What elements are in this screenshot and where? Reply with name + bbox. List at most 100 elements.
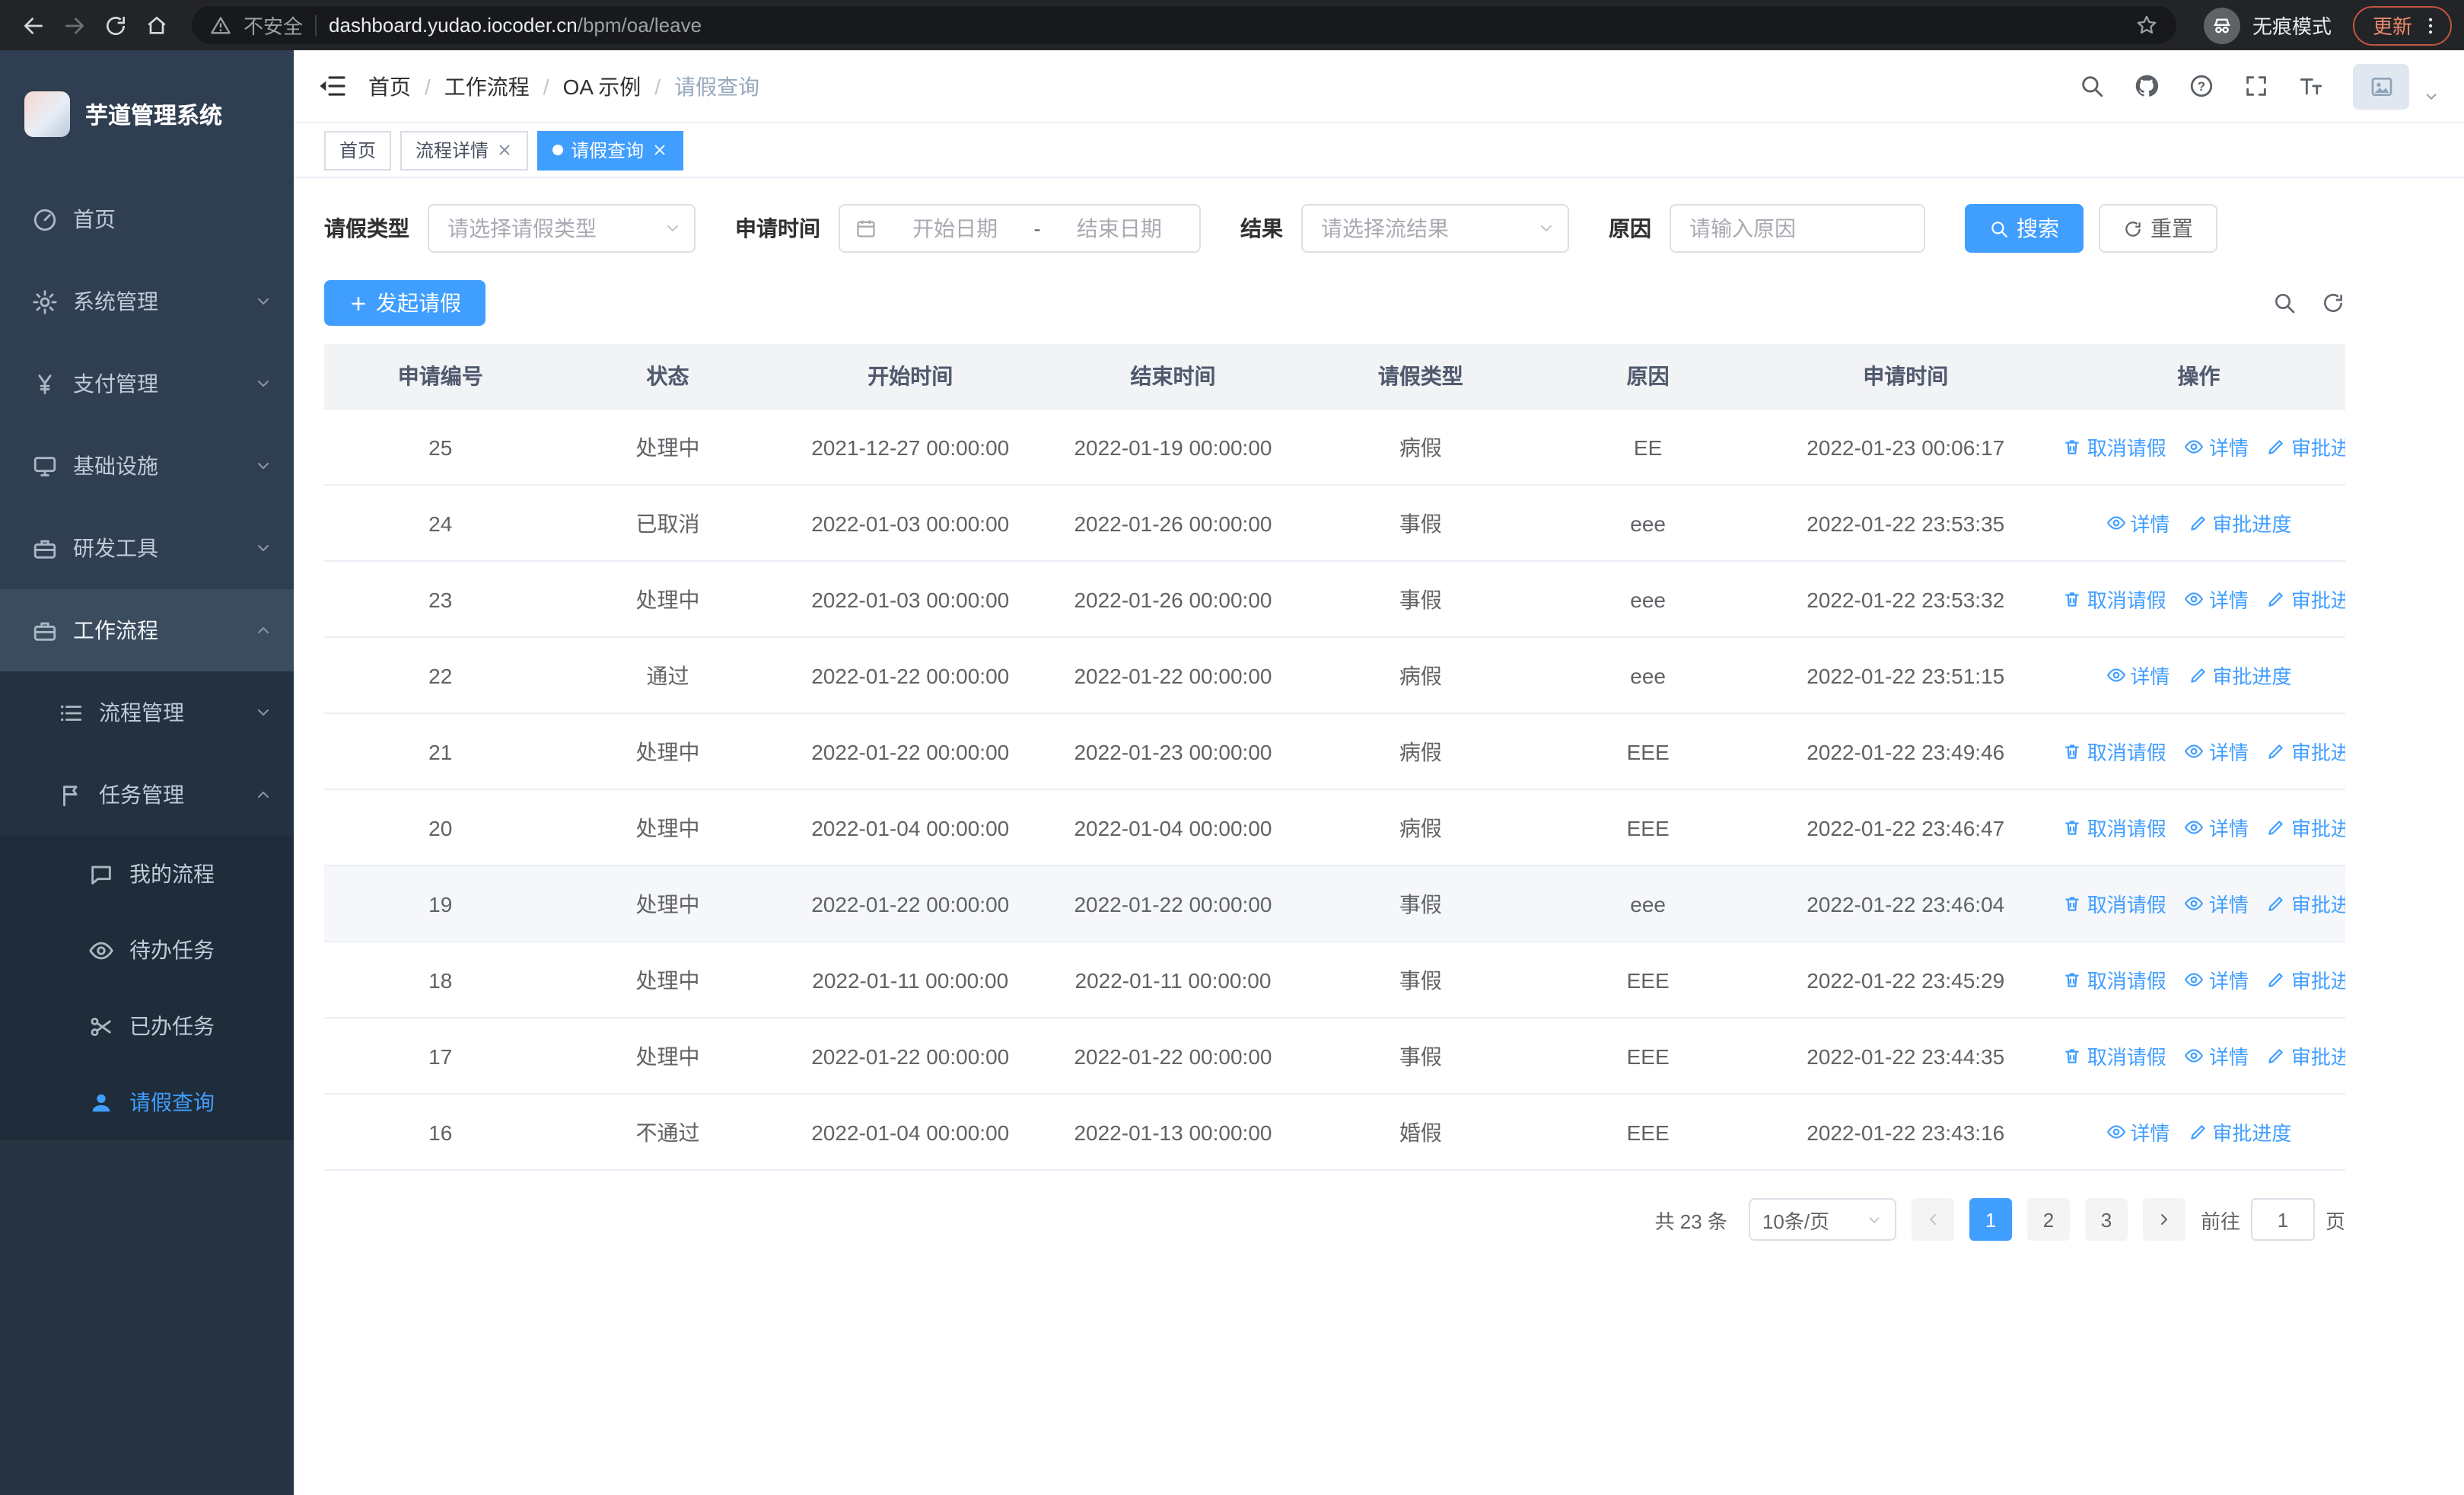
close-icon[interactable] — [651, 142, 668, 158]
browser-menu-icon[interactable] — [2420, 14, 2441, 36]
approval-progress-link[interactable]: 审批进度 — [2267, 889, 2345, 918]
approval-progress-link[interactable]: 审批进度 — [2267, 1041, 2345, 1070]
apply-time-range-picker[interactable]: 开始日期 - 结束日期 — [839, 204, 1201, 253]
breadcrumb-workflow[interactable]: 工作流程 — [444, 71, 530, 101]
detail-link[interactable]: 详情 — [2185, 737, 2249, 766]
url-domain: dashboard.yudao.iocoder.cn — [329, 14, 578, 37]
detail-link[interactable]: 详情 — [2185, 965, 2249, 994]
sidebar-item-infrastructure[interactable]: 基础设施 — [0, 425, 294, 507]
approval-progress-link[interactable]: 审批进度 — [2267, 432, 2345, 461]
sidebar-item-devtools[interactable]: 研发工具 — [0, 507, 294, 589]
cancel-leave-link[interactable]: 取消请假 — [2063, 889, 2166, 918]
update-button[interactable]: 更新 — [2352, 5, 2452, 45]
action-icon — [2188, 1122, 2208, 1142]
goto-page-input[interactable] — [2250, 1198, 2315, 1241]
caret-down-icon[interactable] — [2423, 88, 2440, 105]
cell-reason: eee — [1536, 865, 1759, 942]
cancel-leave-link[interactable]: 取消请假 — [2063, 432, 2166, 461]
action-icon — [2063, 818, 2083, 837]
search-button[interactable]: 搜索 — [1965, 204, 2084, 253]
detail-link[interactable]: 详情 — [2185, 889, 2249, 918]
browser-back-button[interactable] — [12, 5, 53, 46]
screen: 不安全 dashboard.yudao.iocoder.cn/bpm/oa/le… — [0, 0, 2464, 1495]
create-leave-button[interactable]: 发起请假 — [324, 280, 485, 326]
sidebar-collapse-icon[interactable] — [318, 72, 347, 100]
approval-progress-link[interactable]: 审批进度 — [2188, 661, 2291, 690]
cell-status: 处理中 — [556, 409, 779, 486]
page-button-3[interactable]: 3 — [2084, 1198, 2128, 1241]
help-icon[interactable] — [2189, 73, 2214, 99]
sidebar-item-my-process[interactable]: 我的流程 — [0, 836, 294, 912]
github-icon[interactable] — [2134, 73, 2160, 99]
approval-progress-link[interactable]: 审批进度 — [2267, 737, 2345, 766]
result-select[interactable]: 请选择流结果 — [1301, 204, 1569, 253]
close-icon[interactable] — [496, 142, 513, 158]
cell-start-time: 2022-01-04 00:00:00 — [778, 789, 1042, 866]
sidebar-item-task-management[interactable]: 任务管理 — [0, 754, 294, 836]
omnibox-divider — [315, 14, 317, 36]
bookmark-star-icon[interactable] — [2135, 14, 2158, 37]
prev-page-button[interactable] — [1911, 1198, 1954, 1241]
page-button-1[interactable]: 1 — [1969, 1198, 2012, 1241]
cancel-leave-link[interactable]: 取消请假 — [2063, 737, 2166, 766]
detail-link[interactable]: 详情 — [2106, 508, 2170, 537]
font-size-icon[interactable] — [2298, 73, 2324, 99]
browser-forward-button[interactable] — [53, 5, 94, 46]
fullscreen-icon[interactable] — [2243, 73, 2269, 99]
detail-link[interactable]: 详情 — [2185, 1041, 2249, 1070]
detail-link[interactable]: 详情 — [2185, 813, 2249, 842]
security-label[interactable]: 不安全 — [244, 11, 303, 40]
tab-process-detail[interactable]: 流程详情 — [400, 130, 529, 170]
approval-progress-link[interactable]: 审批进度 — [2267, 813, 2345, 842]
table-refresh-button[interactable] — [2321, 291, 2345, 315]
start-date-input[interactable]: 开始日期 — [890, 213, 1020, 244]
end-date-input[interactable]: 结束日期 — [1055, 213, 1184, 244]
detail-link[interactable]: 详情 — [2106, 661, 2170, 690]
chevron-down-icon — [254, 457, 272, 475]
cell-start-time: 2022-01-11 00:00:00 — [778, 942, 1042, 1018]
address-bar[interactable]: 不安全 dashboard.yudao.iocoder.cn/bpm/oa/le… — [192, 6, 2176, 44]
browser-reload-button[interactable] — [94, 5, 135, 46]
sidebar-item-system-management[interactable]: 系统管理 — [0, 260, 294, 343]
cancel-leave-link[interactable]: 取消请假 — [2063, 585, 2166, 614]
sidebar-item-process-management[interactable]: 流程管理 — [0, 671, 294, 754]
tab-home[interactable]: 首页 — [324, 130, 392, 170]
table-search-toggle-button[interactable] — [2272, 291, 2297, 315]
sidebar-item-workflow[interactable]: 工作流程 — [0, 589, 294, 671]
approval-progress-link[interactable]: 审批进度 — [2188, 508, 2291, 537]
reason-input[interactable] — [1670, 204, 1925, 253]
search-icon[interactable] — [2079, 73, 2105, 99]
workflow-icon — [32, 617, 58, 643]
tab-leave-query[interactable]: 请假查询 — [537, 130, 684, 170]
sidebar-item-done-tasks[interactable]: 已办任务 — [0, 988, 294, 1064]
cancel-leave-link[interactable]: 取消请假 — [2063, 965, 2166, 994]
action-icon — [2267, 437, 2287, 457]
cell-leave-type: 病假 — [1304, 409, 1537, 486]
avatar[interactable] — [2353, 63, 2409, 109]
detail-link[interactable]: 详情 — [2106, 1117, 2170, 1146]
app-logo[interactable]: 芋道管理系统 — [0, 50, 294, 178]
breadcrumb-oa-example[interactable]: OA 示例 — [563, 71, 641, 101]
next-page-button[interactable] — [2142, 1198, 2185, 1241]
page-size-select[interactable]: 10条/页 — [1748, 1198, 1896, 1241]
action-icon — [2185, 818, 2205, 837]
sidebar-item-home[interactable]: 首页 — [0, 178, 294, 260]
approval-progress-link[interactable]: 审批进度 — [2267, 585, 2345, 614]
detail-link[interactable]: 详情 — [2185, 432, 2249, 461]
approval-progress-link[interactable]: 审批进度 — [2267, 965, 2345, 994]
sidebar-item-leave-query[interactable]: 请假查询 — [0, 1064, 294, 1140]
leave-type-select[interactable]: 请选择请假类型 — [428, 204, 696, 253]
cell-apply-time: 2022-01-22 23:45:29 — [1759, 942, 2052, 1018]
detail-link[interactable]: 详情 — [2185, 585, 2249, 614]
cancel-leave-link[interactable]: 取消请假 — [2063, 813, 2166, 842]
breadcrumb-home[interactable]: 首页 — [368, 71, 411, 101]
approval-progress-link[interactable]: 审批进度 — [2188, 1117, 2291, 1146]
browser-home-button[interactable] — [135, 5, 177, 46]
action-icon — [2267, 589, 2287, 609]
sidebar-item-pending-tasks[interactable]: 待办任务 — [0, 912, 294, 988]
sidebar-item-payment-management[interactable]: 支付管理 — [0, 343, 294, 425]
cancel-leave-link[interactable]: 取消请假 — [2063, 1041, 2166, 1070]
reset-button[interactable]: 重置 — [2099, 204, 2217, 253]
page-button-2[interactable]: 2 — [2026, 1198, 2070, 1241]
update-label[interactable]: 更新 — [2373, 11, 2412, 40]
